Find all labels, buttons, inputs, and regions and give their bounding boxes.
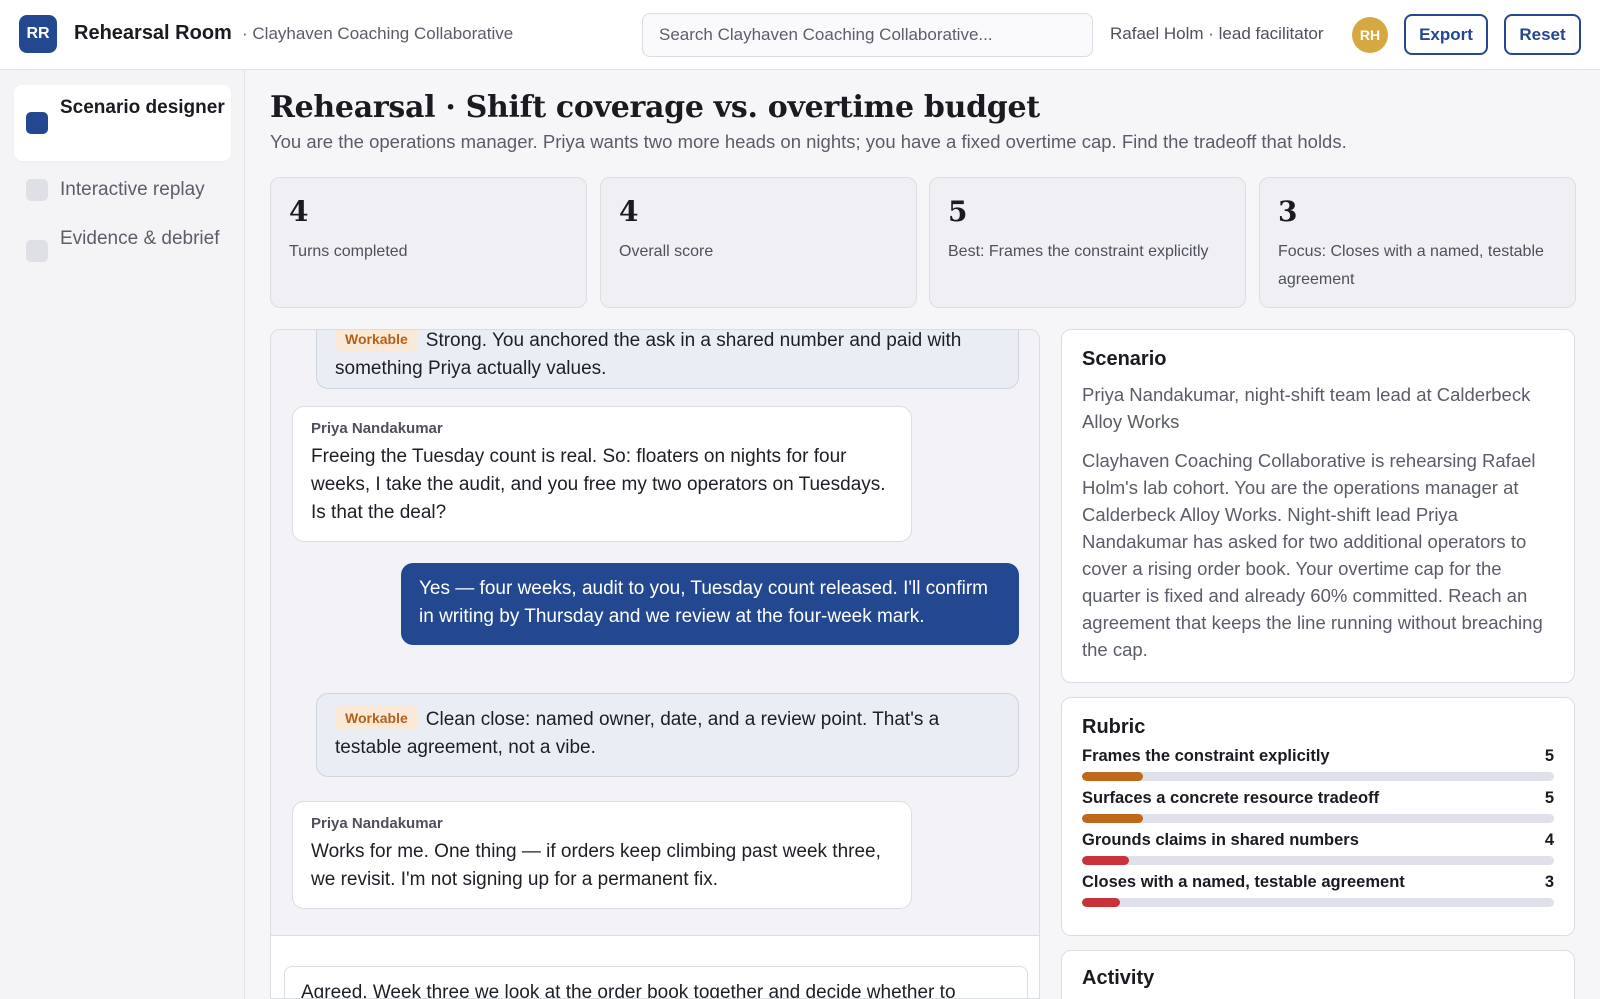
- rubric-score: 4: [1544, 831, 1554, 849]
- nav-dot-icon: [26, 112, 48, 134]
- nav-dot-icon: [26, 240, 48, 262]
- rubric-criterion: Surfaces a concrete resource tradeoff: [1082, 789, 1380, 807]
- message-text: Freeing the Tuesday count is real. So: f…: [311, 446, 886, 523]
- rubric-bar-fill: [1082, 772, 1144, 781]
- stat-label: Focus: Closes with a named, testable agr…: [1278, 243, 1544, 288]
- sidebar-item-label: Evidence & debrief: [60, 228, 220, 249]
- feedback-bubble: Workable Strong. You anchored the ask in …: [316, 330, 1019, 389]
- scenario-card: Scenario Priya Nandakumar, night-shift t…: [1061, 329, 1575, 683]
- scenario-lead: Priya Nandakumar, night-shift team lead …: [1082, 384, 1531, 432]
- rubric-card: Rubric Frames the constraint explicitly …: [1061, 697, 1575, 936]
- composer-area: Agreed. Week three we look at the order …: [271, 935, 1039, 998]
- rubric-bar-fill: [1082, 814, 1144, 823]
- feedback-text: Strong. You anchored the ask in a shared…: [335, 330, 962, 379]
- sidebar-item-scenario-designer[interactable]: Scenario designer: [14, 85, 231, 161]
- stat-turns-completed: 4 Turns completed: [270, 177, 587, 308]
- message-bubble-other: Priya Nandakumar Works for me. One thing…: [292, 801, 912, 909]
- page-subtitle: You are the operations manager. Priya wa…: [270, 131, 1347, 152]
- top-bar: RR Rehearsal Room · Clayhaven Coaching C…: [0, 0, 1600, 70]
- speaker-name: Priya Nandakumar: [311, 815, 443, 832]
- export-button[interactable]: Export: [1404, 14, 1488, 55]
- feedback-bubble: Workable Clean close: named owner, date, …: [316, 693, 1019, 777]
- rubric-row: Closes with a named, testable agreement …: [1082, 873, 1554, 915]
- stat-value: 4: [289, 195, 309, 228]
- feedback-text: Clean close: named owner, date, and a re…: [335, 709, 940, 758]
- rubric-bar: [1082, 814, 1554, 823]
- stat-focus: 3 Focus: Closes with a named, testable a…: [1259, 177, 1576, 308]
- rubric-criterion: Grounds claims in shared numbers: [1082, 831, 1359, 849]
- rubric-bar-fill: [1082, 856, 1130, 865]
- quality-tag: Workable: [335, 706, 418, 730]
- rubric-bar-fill: [1082, 898, 1120, 907]
- app-logo[interactable]: RR: [19, 15, 57, 53]
- rubric-bar: [1082, 898, 1554, 907]
- scenario-body: Clayhaven Coaching Collaborative is rehe…: [1082, 450, 1543, 660]
- user-label: Rafael Holm · lead facilitator: [1110, 24, 1324, 43]
- message-bubble-mine: Yes — four weeks, audit to you, Tuesday …: [401, 563, 1019, 645]
- org-subtitle: · Clayhaven Coaching Collaborative: [242, 24, 514, 43]
- sidebar-item-evidence-debrief[interactable]: Evidence & debrief: [14, 220, 231, 290]
- rubric-score: 5: [1544, 747, 1554, 765]
- rubric-bar: [1082, 856, 1554, 865]
- message-text: Works for me. One thing — if orders keep…: [311, 841, 881, 890]
- activity-title: Activity: [1082, 967, 1155, 989]
- stat-label: Best: Frames the constraint explicitly: [948, 243, 1209, 260]
- rubric-criterion: Closes with a named, testable agreement: [1082, 873, 1405, 891]
- rubric-criterion: Frames the constraint explicitly: [1082, 747, 1330, 765]
- search-input[interactable]: [642, 13, 1093, 57]
- activity-card: Activity: [1061, 950, 1575, 999]
- avatar[interactable]: RH: [1352, 17, 1388, 53]
- reset-button[interactable]: Reset: [1504, 14, 1581, 55]
- message-text: Yes — four weeks, audit to you, Tuesday …: [419, 578, 988, 627]
- speaker-name: Priya Nandakumar: [311, 420, 443, 437]
- sidebar: Scenario designer Interactive replay Evi…: [0, 70, 245, 999]
- stat-overall-score: 4 Overall score: [600, 177, 917, 308]
- rubric-title: Rubric: [1082, 716, 1146, 738]
- stat-value: 5: [948, 195, 968, 228]
- stat-label: Turns completed: [289, 243, 408, 260]
- rubric-score: 3: [1544, 873, 1554, 891]
- scenario-title: Scenario: [1082, 348, 1167, 370]
- quality-tag: Workable: [335, 330, 418, 351]
- stat-value: 4: [619, 195, 639, 228]
- reply-composer[interactable]: Agreed. Week three we look at the order …: [284, 966, 1028, 998]
- rubric-row: Surfaces a concrete resource tradeoff 5: [1082, 789, 1554, 831]
- rubric-row: Frames the constraint explicitly 5: [1082, 747, 1554, 789]
- stat-value: 3: [1278, 195, 1298, 228]
- rubric-score: 5: [1544, 789, 1554, 807]
- sidebar-item-label: Scenario designer: [60, 97, 225, 118]
- sidebar-item-interactive-replay[interactable]: Interactive replay: [14, 168, 231, 214]
- sidebar-item-label: Interactive replay: [60, 179, 205, 200]
- stat-best: 5 Best: Frames the constraint explicitly: [929, 177, 1246, 308]
- app-title: Rehearsal Room: [74, 22, 232, 44]
- page-title: Rehearsal · Shift coverage vs. overtime …: [270, 90, 1040, 125]
- rubric-row: Grounds claims in shared numbers 4: [1082, 831, 1554, 873]
- rubric-bar: [1082, 772, 1554, 781]
- nav-dot-icon: [26, 179, 48, 201]
- message-bubble-other: Priya Nandakumar Freeing the Tuesday cou…: [292, 406, 912, 542]
- transcript-panel[interactable]: Workable Strong. You anchored the ask in …: [270, 329, 1040, 999]
- stat-label: Overall score: [619, 243, 714, 260]
